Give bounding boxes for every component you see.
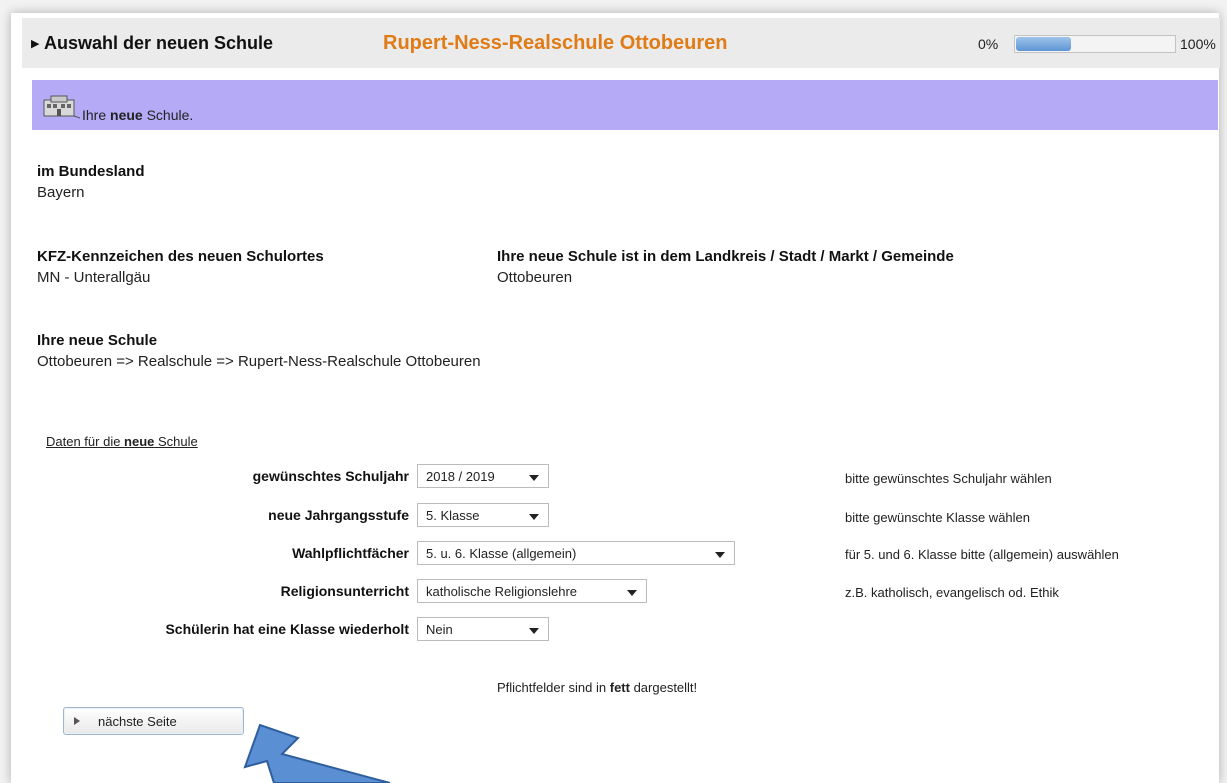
play-arrow-icon [74,717,80,725]
progress-start-label: 0% [978,36,999,52]
bundesland-label: im Bundesland [37,163,145,180]
religionsunterricht-label: Religionsunterricht [280,583,409,599]
info-banner [32,80,1218,130]
schule-label: Ihre neue Schule [37,332,158,349]
chevron-down-icon [627,590,637,596]
religionsunterricht-hint: z.B. katholisch, evangelisch od. Ethik [845,585,1059,600]
page-title: Auswahl der neuen Schule [44,33,274,53]
chevron-down-icon [715,552,725,558]
jahrgangsstufe-hint: bitte gewünschte Klasse wählen [845,510,1031,525]
banner-text-bold: neue [110,107,143,123]
school-name-heading: Rupert-Ness-Realschule Ottobeuren [383,32,728,54]
progress-bar [1014,35,1176,53]
wahlpflichtfaecher-select[interactable]: 5. u. 6. Klasse (allgemein) [417,541,735,565]
next-page-button-label: nächste Seite [98,714,177,729]
schule-value: Ottobeuren => Realschule => Rupert-Ness-… [37,353,481,370]
footnote-bold: fett [609,680,630,695]
schuljahr-hint: bitte gewünschtes Schuljahr wählen [845,471,1052,486]
pointer-arrow-icon [243,723,391,783]
landkreis-label: Ihre neue Schule ist in dem Landkreis / … [497,248,954,265]
required-fields-note: Pflichtfelder sind in fett dargestellt! [497,680,697,695]
data-section-bold: neue [124,434,155,449]
jahrgangsstufe-select-value: 5. Klasse [426,508,480,523]
section-arrow-icon: ▶ [31,38,40,50]
data-section-prefix: Daten für die [46,434,125,449]
banner-text-prefix: Ihre [82,107,111,123]
wiederholt-label: Schülerin hat eine Klasse wiederholt [165,621,409,637]
schuljahr-select[interactable]: 2018 / 2019 [417,464,549,488]
data-section-suffix: Schule [154,434,198,449]
jahrgangsstufe-select[interactable]: 5. Klasse [417,503,549,527]
next-page-button[interactable]: nächste Seite [63,707,244,735]
kfz-value: MN - Unterallgäu [37,269,151,286]
wahlpflichtfaecher-hint: für 5. und 6. Klasse bitte (allgemein) a… [845,547,1119,562]
building-icon [43,95,81,124]
banner-text-suffix: Schule. [142,107,194,123]
chevron-down-icon [529,475,539,481]
schuljahr-label: gewünschtes Schuljahr [252,468,409,484]
wiederholt-select-value: Nein [426,622,453,637]
data-section-heading: Daten für die neue Schule [46,434,198,449]
banner-text: Ihre neue Schule. [82,107,193,123]
religionsunterricht-select[interactable]: katholische Religionslehre [417,579,647,603]
jahrgangsstufe-label: neue Jahrgangsstufe [268,507,409,523]
chevron-down-icon [529,628,539,634]
footnote-prefix: Pflichtfelder sind in [497,680,610,695]
kfz-label: KFZ-Kennzeichen des neuen Schulortes [37,248,324,265]
progress-bar-fill [1016,37,1071,51]
footnote-suffix: dargestellt! [629,680,698,695]
progress-end-label: 100% [1180,36,1216,52]
wahlpflichtfaecher-select-value: 5. u. 6. Klasse (allgemein) [426,546,577,561]
schuljahr-select-value: 2018 / 2019 [426,469,495,484]
landkreis-value: Ottobeuren [497,269,573,286]
bundesland-value: Bayern [37,184,85,201]
religionsunterricht-select-value: katholische Religionslehre [426,584,578,599]
wahlpflichtfaecher-label: Wahlpflichtfächer [292,545,409,561]
wiederholt-select[interactable]: Nein [417,617,549,641]
chevron-down-icon [529,514,539,520]
